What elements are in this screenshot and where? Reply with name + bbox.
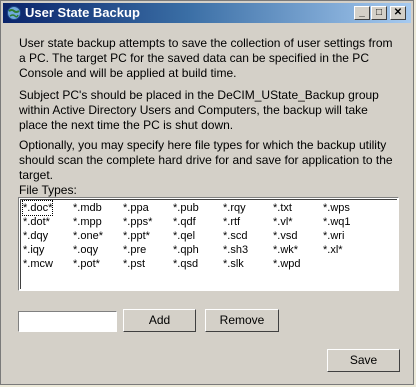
file-type-item[interactable]: *.pot* bbox=[73, 257, 100, 271]
save-button-label: Save bbox=[349, 353, 378, 367]
file-type-item[interactable]: *.oqy bbox=[73, 243, 98, 257]
minimize-button[interactable]: _ bbox=[354, 6, 370, 20]
file-type-item[interactable]: *.vsd bbox=[273, 229, 297, 243]
remove-button[interactable]: Remove bbox=[205, 309, 279, 332]
file-type-item[interactable]: *.wpd bbox=[273, 257, 301, 271]
add-button-label: Add bbox=[148, 313, 171, 327]
save-button[interactable]: Save bbox=[327, 349, 400, 372]
file-type-item[interactable]: *.xl* bbox=[323, 243, 343, 257]
file-type-item[interactable]: *.wri bbox=[323, 229, 344, 243]
file-type-item[interactable]: *.rqy bbox=[223, 201, 246, 215]
file-type-item[interactable]: *.rtf bbox=[223, 215, 240, 229]
file-type-item[interactable]: *.dot* bbox=[23, 215, 50, 229]
file-types-label: File Types: bbox=[19, 183, 77, 197]
file-type-input[interactable] bbox=[18, 311, 117, 332]
file-type-input-value bbox=[19, 314, 22, 328]
maximize-icon: □ bbox=[375, 7, 383, 18]
file-type-item[interactable]: *.mdb bbox=[73, 201, 102, 215]
maximize-button[interactable]: □ bbox=[371, 6, 387, 20]
file-type-item[interactable]: *.vl* bbox=[273, 215, 293, 229]
description-paragraph-2: Subject PC's should be placed in the DeC… bbox=[19, 88, 379, 132]
description-paragraph-3: Optionally, you may specify here file ty… bbox=[19, 138, 393, 182]
file-type-item[interactable]: *.scd bbox=[223, 229, 247, 243]
file-type-item[interactable]: *.pre bbox=[123, 243, 146, 257]
file-type-item[interactable]: *.pps* bbox=[123, 215, 152, 229]
file-type-item[interactable]: *.qel bbox=[173, 229, 195, 243]
file-type-item[interactable]: *.qdf bbox=[173, 215, 196, 229]
file-type-item[interactable]: *.wq1 bbox=[323, 215, 351, 229]
file-type-item[interactable]: *.iqy bbox=[23, 243, 44, 257]
file-type-item[interactable]: *.mcw bbox=[23, 257, 53, 271]
description-paragraph-1: User state backup attempts to save the c… bbox=[19, 36, 393, 80]
file-type-item[interactable]: *.pub bbox=[173, 201, 199, 215]
close-icon: ✕ bbox=[393, 7, 403, 18]
remove-button-label: Remove bbox=[219, 313, 265, 327]
file-type-item[interactable]: *.txt bbox=[273, 201, 292, 215]
file-type-item[interactable]: *.wk* bbox=[273, 243, 298, 257]
file-type-item[interactable]: *.wps bbox=[323, 201, 350, 215]
globe-app-icon bbox=[7, 6, 21, 20]
file-type-item[interactable]: *.ppt* bbox=[123, 229, 150, 243]
file-type-item[interactable]: *.dqy bbox=[23, 229, 48, 243]
close-button[interactable]: ✕ bbox=[390, 6, 406, 20]
file-type-item[interactable]: *.qsd bbox=[173, 257, 198, 271]
file-types-list[interactable]: *.doc* *.dot* *.dqy *.iqy *.mcw *.mdb *.mpp *.o… bbox=[18, 197, 399, 291]
user-state-backup-window: User State Backup _ □ ✕ User state backu… bbox=[0, 0, 414, 385]
file-type-item[interactable]: *.qph bbox=[173, 243, 199, 257]
file-type-item[interactable]: *.slk bbox=[223, 257, 244, 271]
file-type-item[interactable]: *.doc* bbox=[21, 200, 54, 216]
file-type-item[interactable]: *.one* bbox=[73, 229, 103, 243]
file-type-item[interactable]: *.ppa bbox=[123, 201, 149, 215]
dialog-body: User state backup attempts to save the c… bbox=[3, 24, 411, 382]
file-type-item[interactable]: *.sh3 bbox=[223, 243, 248, 257]
add-button[interactable]: Add bbox=[123, 309, 196, 332]
file-type-item[interactable]: *.mpp bbox=[73, 215, 102, 229]
file-types-list-area: *.doc* *.dot* *.dqy *.iqy *.mcw *.mdb *.mpp *.o… bbox=[20, 199, 397, 289]
file-type-item[interactable]: *.pst bbox=[123, 257, 145, 271]
window-title: User State Backup bbox=[25, 5, 140, 20]
minimize-icon: _ bbox=[359, 7, 365, 18]
title-bar[interactable]: User State Backup _ □ ✕ bbox=[3, 3, 411, 23]
